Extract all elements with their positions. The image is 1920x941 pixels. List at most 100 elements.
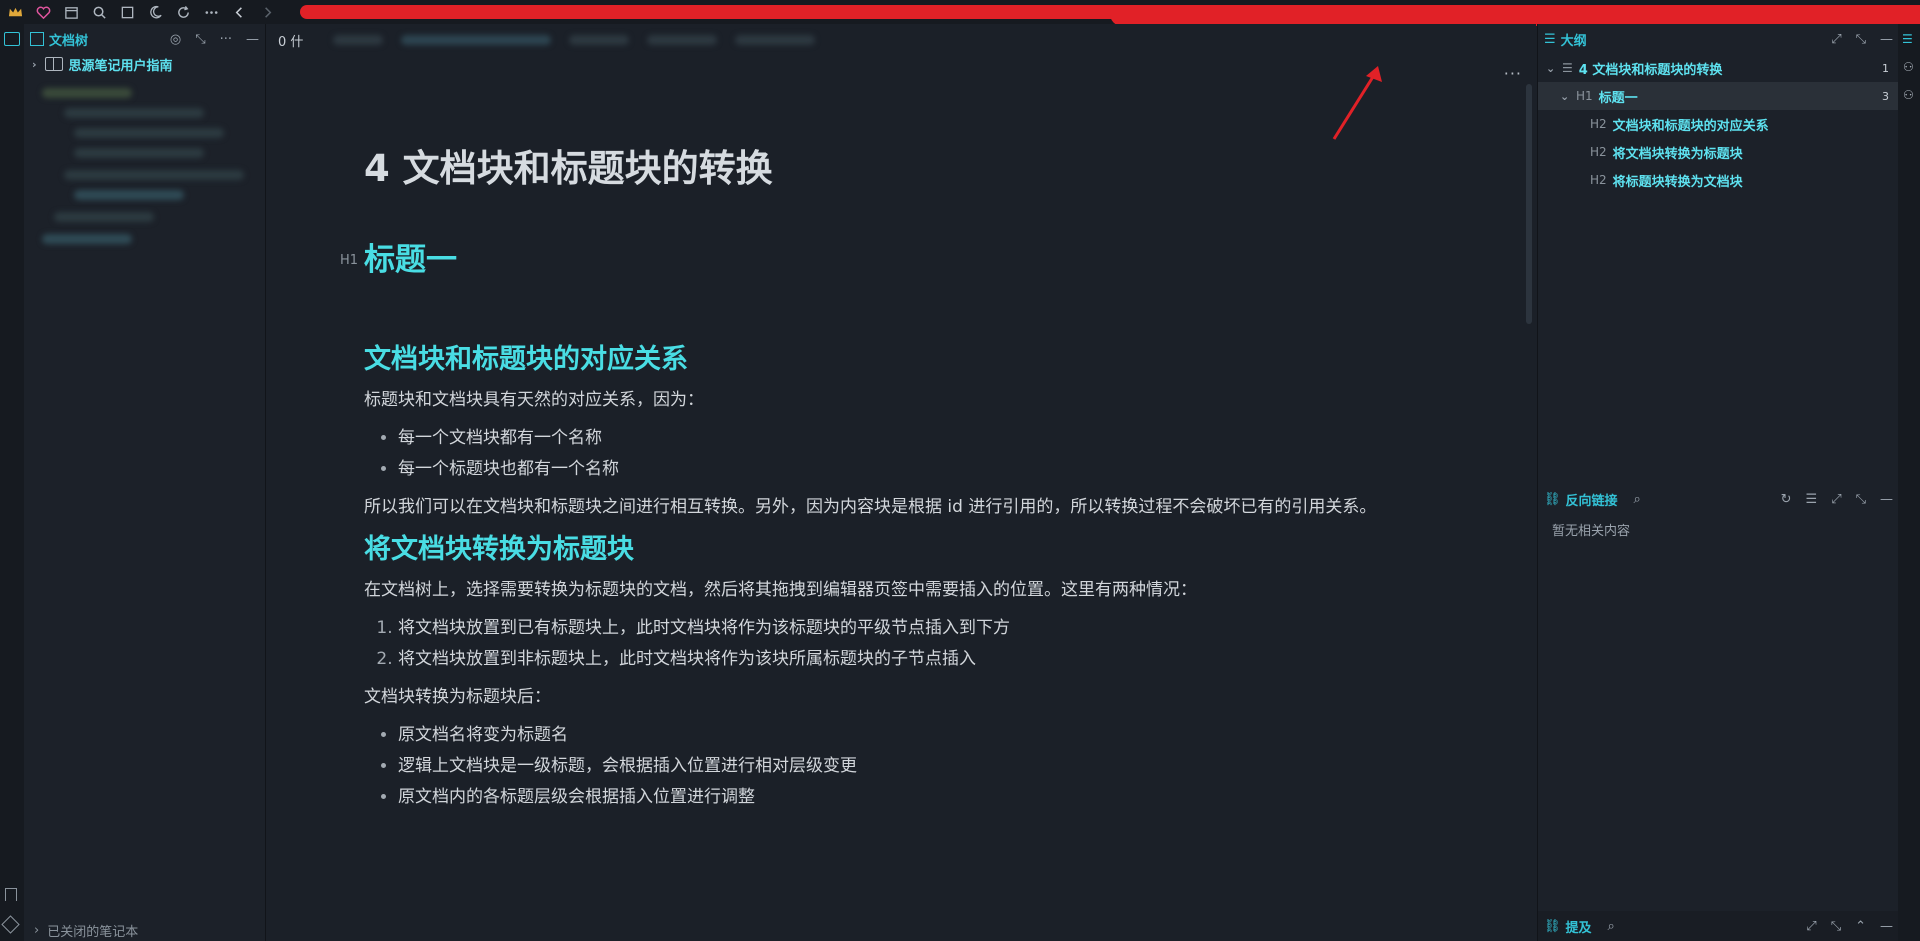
- backlinks-panel: ⛓ 反向链接 ⌕ ↻ ☰ ⤢ ⤡ — 暂无相关内容: [1538, 484, 1899, 540]
- document-content: 4 文档块和标题块的转换 H1 标题一 文档块和标题块的对应关系 标题块和文档块…: [340, 144, 1424, 821]
- outline-title: 大纲: [1560, 33, 1587, 49]
- heart-icon[interactable]: [32, 2, 54, 22]
- outline-item[interactable]: H2 将文档块转换为标题块: [1538, 138, 1899, 166]
- blurred-tree-item: [74, 148, 204, 158]
- scrollbar[interactable]: [1526, 84, 1532, 324]
- list-item[interactable]: 将文档块放置到已有标题块上，此时文档块将作为该标题块的平级节点插入到下方: [398, 613, 1424, 644]
- more-icon[interactable]: [200, 2, 222, 22]
- backlinks-header: ⛓ 反向链接 ⌕ ↻ ☰ ⤢ ⤡ —: [1538, 484, 1899, 514]
- right-dock: ☰ ⚇ ⚇: [1898, 24, 1920, 941]
- chevron-up-icon[interactable]: ⌃: [1855, 919, 1866, 934]
- moon-icon[interactable]: [144, 2, 166, 22]
- blurred-tab[interactable]: [569, 35, 630, 45]
- closed-notebooks[interactable]: › 已关闭的笔记本: [24, 919, 289, 941]
- heading-level-badge[interactable]: H1: [340, 253, 358, 268]
- blurred-tab[interactable]: [647, 35, 718, 45]
- minimize-icon[interactable]: —: [1880, 919, 1893, 934]
- calendar-icon[interactable]: [60, 2, 82, 22]
- file-tree-icon: [30, 32, 44, 46]
- graph-icon[interactable]: ⚇: [1903, 60, 1914, 74]
- outline-count: 3: [1882, 89, 1889, 103]
- outline-item-label: 4 文档块和标题块的转换: [1578, 62, 1723, 78]
- file-tree-dock-icon[interactable]: [4, 32, 20, 46]
- blurred-tree-item: [64, 170, 244, 180]
- document-title[interactable]: 4 文档块和标题块的转换: [364, 144, 1424, 194]
- list-icon[interactable]: ☰: [1806, 492, 1818, 507]
- collapse-icon[interactable]: ⤡: [195, 32, 205, 47]
- outline-item-label: 文档块和标题块的对应关系: [1612, 118, 1769, 134]
- list-item[interactable]: 原文档内的各标题层级会根据插入位置进行调整: [398, 782, 1424, 813]
- heading-1[interactable]: 标题一: [364, 238, 1424, 282]
- collapse-icon[interactable]: ⤡: [1856, 32, 1866, 47]
- title-bar: [0, 0, 1920, 26]
- tag-icon[interactable]: [1, 915, 20, 934]
- chevron-down-icon[interactable]: ⌄: [1560, 90, 1570, 103]
- forward-icon[interactable]: [256, 2, 278, 22]
- blurred-tab[interactable]: [333, 35, 384, 45]
- sync-icon[interactable]: [172, 2, 194, 22]
- paragraph[interactable]: 在文档树上，选择需要转换为标题块的文档，然后将其拖拽到编辑器页签中需要插入的位置…: [364, 576, 1424, 605]
- document-icon: ☰: [1562, 61, 1573, 75]
- heading-2[interactable]: 将文档块转换为标题块: [364, 530, 1424, 570]
- collapse-icon[interactable]: ⤡: [1831, 919, 1841, 934]
- search-icon[interactable]: ⌕: [1608, 919, 1615, 934]
- collapse-icon[interactable]: ⤡: [1856, 492, 1866, 507]
- outline-header: ☰ 大纲 ⤢ ⤡ —: [1538, 24, 1899, 54]
- focus-icon[interactable]: ◎: [170, 32, 181, 47]
- list-item[interactable]: 逻辑上文档块是一级标题，会根据插入位置进行相对层级变更: [398, 751, 1424, 782]
- list-item[interactable]: 将文档块放置到非标题块上，此时文档块将作为该块所属标题块的子节点插入: [398, 644, 1424, 675]
- crown-icon[interactable]: [4, 2, 26, 22]
- numbered-list: 将文档块放置到已有标题块上，此时文档块将作为该标题块的平级节点插入到下方 将文档…: [364, 613, 1424, 675]
- file-tree-title: 文档树: [49, 33, 89, 49]
- back-icon[interactable]: [228, 2, 250, 22]
- minimize-icon[interactable]: —: [1880, 32, 1893, 47]
- search-icon[interactable]: ⌕: [1634, 492, 1641, 507]
- notebook-label: 思源笔记用户指南: [68, 58, 173, 74]
- list-item[interactable]: 每一个文档块都有一个名称: [398, 423, 1424, 454]
- tab-active[interactable]: 0 什: [266, 24, 316, 56]
- global-graph-icon[interactable]: ⚇: [1903, 88, 1914, 102]
- editor-area: 0 什 ··· 4 文档块和标题块的转换 H1 标题一 文档块和标题块的对应关系…: [266, 24, 1536, 941]
- outline-item[interactable]: ⌄ H1 标题一 3: [1538, 82, 1899, 110]
- outline-item[interactable]: ⌄ ☰ 4 文档块和标题块的转换 1: [1538, 54, 1899, 82]
- outline-item[interactable]: H2 将标题块转换为文档块: [1538, 166, 1899, 194]
- more-icon[interactable]: ···: [220, 32, 232, 47]
- outline-icon: ☰: [1544, 31, 1556, 47]
- tab-bar: 0 什: [266, 24, 1536, 56]
- paragraph[interactable]: 标题块和文档块具有天然的对应关系，因为：: [364, 386, 1424, 415]
- notebook-item[interactable]: › 思源笔记用户指南: [24, 54, 265, 74]
- list-item[interactable]: 原文档名将变为标题名: [398, 720, 1424, 751]
- blurred-tree-item: [74, 128, 224, 138]
- refresh-icon[interactable]: ↻: [1781, 492, 1792, 507]
- paragraph[interactable]: 文档块转换为标题块后：: [364, 683, 1424, 712]
- blurred-tab[interactable]: [735, 35, 816, 45]
- chevron-right-icon[interactable]: ›: [34, 923, 39, 938]
- blurred-tab[interactable]: [401, 35, 552, 45]
- bookmark-icon[interactable]: [5, 888, 17, 901]
- minimize-icon[interactable]: —: [246, 32, 259, 47]
- paragraph[interactable]: 所以我们可以在文档块和标题块之间进行相互转换。另外，因为内容块是根据 id 进行…: [364, 493, 1424, 522]
- heading-2[interactable]: 文档块和标题块的对应关系: [364, 340, 1424, 380]
- left-dock: [0, 24, 24, 941]
- minimize-icon[interactable]: —: [1880, 492, 1893, 507]
- list-item[interactable]: 每一个标题块也都有一个名称: [398, 454, 1424, 485]
- editor-more-icon[interactable]: ···: [1504, 64, 1522, 83]
- chevron-right-icon[interactable]: ›: [32, 58, 37, 71]
- expand-icon[interactable]: ⤢: [1831, 492, 1841, 507]
- expand-icon[interactable]: ⤢: [1806, 919, 1816, 934]
- heading-badge: H2: [1590, 173, 1607, 187]
- annotation-arrow-icon: [1332, 66, 1382, 140]
- square-icon[interactable]: [116, 2, 138, 22]
- blurred-tree-item: [64, 108, 204, 118]
- link-icon: ⛓: [1544, 918, 1561, 934]
- mentions-title: 提及: [1565, 920, 1592, 936]
- closed-notebooks-label: 已关闭的笔记本: [47, 924, 139, 940]
- heading-badge: H1: [1576, 89, 1593, 103]
- search-icon[interactable]: [88, 2, 110, 22]
- blurred-tree-item: [54, 212, 154, 222]
- outline-dock-icon[interactable]: ☰: [1902, 32, 1913, 46]
- chevron-down-icon[interactable]: ⌄: [1546, 62, 1556, 75]
- expand-icon[interactable]: ⤢: [1831, 32, 1841, 47]
- outline-item[interactable]: H2 文档块和标题块的对应关系: [1538, 110, 1899, 138]
- mentions-header: ⛓ 提及 ⌕ ⤢ ⤡ ⌃ —: [1538, 911, 1899, 941]
